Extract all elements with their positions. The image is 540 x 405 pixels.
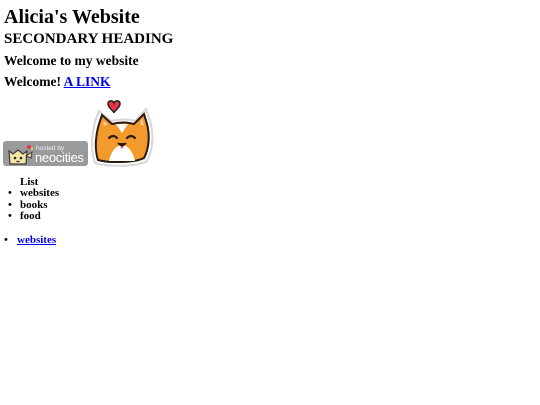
welcome-text: Welcome to my website — [4, 53, 139, 68]
secondary-heading: SECONDARY HEADING — [4, 31, 174, 47]
websites-link[interactable]: websites — [17, 234, 56, 246]
link-list-item: websites — [0, 234, 56, 247]
page-title: Alicia's Website — [4, 6, 140, 28]
welcome-line: Welcome! A LINK — [4, 74, 111, 89]
list-item: food — [0, 210, 59, 223]
neocities-cat-logo-icon — [8, 145, 34, 165]
badge-line2: neocities — [35, 150, 84, 165]
cat-sticker-icon — [91, 100, 154, 167]
hosted-by-neocities-badge[interactable]: hosted by neocities — [3, 141, 88, 166]
welcome-prefix: Welcome! — [4, 74, 61, 89]
link-list: websites — [0, 234, 56, 247]
a-link[interactable]: A LINK — [64, 74, 111, 89]
page: Alicia's Website SECONDARY HEADING Welco… — [0, 0, 540, 405]
item-list: List websites books food — [0, 176, 59, 223]
